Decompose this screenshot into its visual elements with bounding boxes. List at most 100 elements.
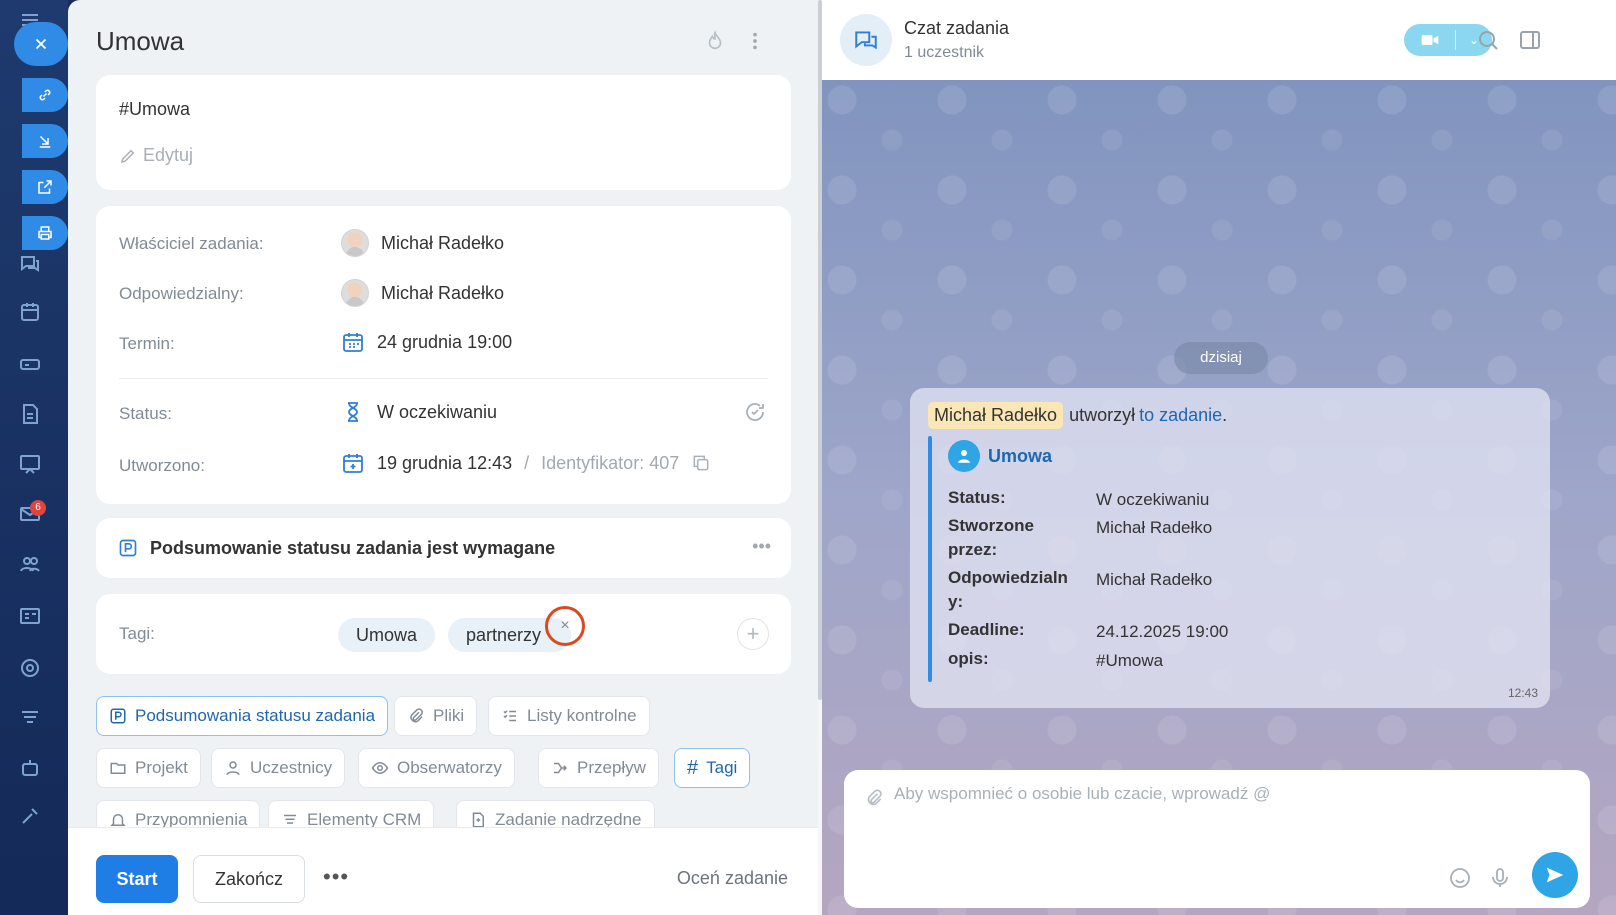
chip-status-summaries[interactable]: Podsumowania statusu zadania (96, 696, 389, 736)
message-time: 12:43 (1507, 686, 1538, 700)
open-new-window-button[interactable] (22, 170, 68, 204)
start-button[interactable]: Start (96, 855, 178, 903)
responsible-value[interactable]: Michał Radełko (341, 279, 504, 307)
kv-key: Deadline: (948, 620, 1025, 639)
created-value: 19 grudnia 12:43 / Identyfikator: 407 (341, 451, 711, 475)
hash-icon: # (687, 756, 699, 779)
kv-value: Michał Radełko (1096, 518, 1213, 537)
document-icon[interactable] (18, 402, 42, 426)
calendar-icon[interactable] (18, 300, 42, 324)
attach-icon[interactable] (864, 788, 884, 808)
drive-icon[interactable] (18, 352, 42, 376)
chip-label: Listy kontrolne (527, 706, 637, 725)
kv-value: Michał Radełko (1096, 570, 1213, 589)
kv-value: 24.12.2025 19:00 (1096, 622, 1229, 641)
hourglass-icon (348, 402, 358, 422)
user-icon (948, 440, 980, 472)
microphone-icon[interactable] (1488, 866, 1512, 890)
contact-card-icon[interactable] (18, 604, 42, 628)
copy-icon[interactable] (691, 453, 711, 473)
chip-label: Projekt (135, 758, 188, 777)
robot-icon[interactable] (18, 756, 42, 780)
printer-icon (38, 226, 52, 240)
message-input[interactable] (894, 784, 1554, 844)
author-mention[interactable]: Michał Radełko (928, 402, 1064, 429)
close-icon (35, 38, 47, 50)
rate-task-button[interactable]: Oceń zadanie (677, 868, 788, 889)
emoji-icon[interactable] (1448, 866, 1472, 890)
search-icon[interactable] (1476, 28, 1500, 52)
close-slider-button[interactable] (14, 22, 68, 66)
pencil-icon (120, 149, 135, 163)
edit-description-button[interactable]: Edytuj (119, 145, 193, 166)
chip-label: Przepływ (577, 758, 646, 777)
summary-icon (119, 539, 137, 557)
folder-icon (110, 762, 126, 774)
flame-icon[interactable] (704, 30, 726, 52)
video-camera-icon (1421, 35, 1438, 45)
summary-required-card[interactable]: Podsumowanie statusu zadania jest wymaga… (96, 518, 791, 578)
tags-card: Tagi: Umowa partnerzy × + (96, 594, 791, 674)
status-refresh-icon[interactable] (743, 400, 767, 424)
filter-icon[interactable] (18, 706, 42, 730)
add-tag-button[interactable]: + (737, 618, 769, 650)
chip-flow[interactable]: Przepływ (538, 748, 659, 788)
owner-label: Właściciel zadania: (119, 234, 264, 253)
avatar (341, 229, 369, 257)
status-label: Status: (119, 404, 172, 423)
chat-participants[interactable]: 1 uczestnik (904, 44, 984, 62)
more-actions-button[interactable]: ••• (323, 864, 349, 890)
chip-participants[interactable]: Uczestnicy (211, 748, 346, 788)
finish-button[interactable]: Zakończ (193, 855, 305, 903)
sidebar-toggle-icon[interactable] (1518, 28, 1542, 52)
more-vertical-icon[interactable] (744, 30, 766, 52)
status-text: W oczekiwaniu (377, 401, 498, 422)
kv-key: opis: (948, 649, 989, 668)
print-button[interactable] (22, 216, 68, 250)
task-title: Umowa (96, 26, 185, 56)
chip-project[interactable]: Projekt (96, 748, 201, 788)
chip-tags[interactable]: # Tagi (674, 748, 751, 788)
summary-icon (110, 708, 126, 724)
target-icon[interactable] (18, 656, 42, 680)
task-link[interactable]: to zadanie (1139, 405, 1222, 425)
people-icon[interactable] (18, 552, 42, 576)
remove-tag-button[interactable]: × (545, 606, 585, 646)
chat-header: Czat zadania 1 uczestnik ⌄ (822, 0, 1616, 80)
chip-label: Pliki (433, 706, 465, 725)
quoted-title-text: Umowa (988, 445, 1053, 466)
responsible-label: Odpowiedzialny: (119, 284, 244, 303)
task-id: Identyfikator: 407 (541, 452, 680, 473)
minimize-button[interactable] (22, 124, 68, 158)
send-button[interactable] (1532, 852, 1578, 898)
divider (119, 378, 768, 379)
checklist-icon (503, 710, 516, 722)
external-link-icon (38, 180, 52, 194)
kv-key: Status: (948, 488, 1006, 507)
deadline-value[interactable]: 24 grudnia 19:00 (341, 330, 512, 354)
close-icon: × (560, 617, 570, 634)
message-period: . (1222, 405, 1228, 425)
edit-label: Edytuj (143, 145, 194, 165)
chip-label: Podsumowania statusu zadania (135, 706, 376, 725)
chat-avatar (840, 14, 892, 66)
minimize-icon (39, 135, 51, 148)
person-icon (226, 761, 240, 776)
chip-observers[interactable]: Obserwatorzy (358, 748, 515, 788)
kv-value: #Umowa (1096, 651, 1164, 670)
board-icon[interactable] (18, 452, 42, 476)
tag-pill[interactable]: Umowa (338, 618, 436, 652)
calendar-plus-icon (343, 454, 363, 473)
copy-link-button[interactable] (22, 78, 68, 112)
chat-icon[interactable] (18, 252, 42, 276)
chip-checklists[interactable]: Listy kontrolne (488, 696, 650, 736)
chip-files[interactable]: Pliki (394, 696, 478, 736)
avatar (341, 279, 369, 307)
owner-value[interactable]: Michał Radełko (341, 229, 504, 257)
tools-icon[interactable] (18, 804, 42, 828)
flow-icon (554, 762, 568, 774)
summary-more-icon[interactable]: ••• (752, 536, 771, 557)
task-panel: Umowa #Umowa Edytuj Właściciel zadania: … (68, 0, 818, 915)
chat-bubbles-icon (855, 31, 877, 50)
quoted-task-title[interactable]: Umowa (948, 440, 1052, 472)
